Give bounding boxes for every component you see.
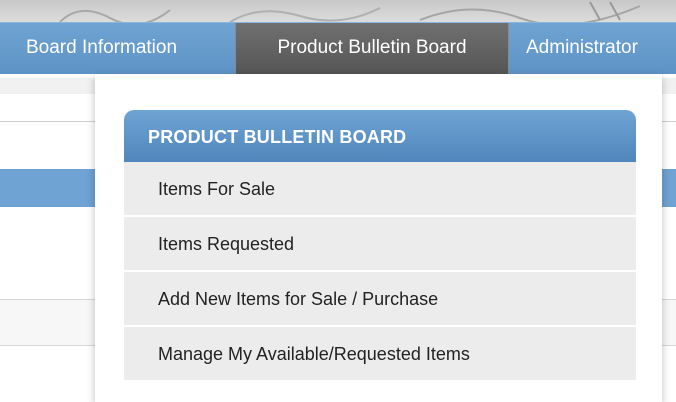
main-navigation: Board Information Product Bulletin Board… bbox=[0, 22, 676, 75]
menu-item-items-requested[interactable]: Items Requested bbox=[124, 217, 636, 272]
menu-item-manage-my-items[interactable]: Manage My Available/Requested Items bbox=[124, 327, 636, 380]
dropdown-header: PRODUCT BULLETIN BOARD bbox=[124, 110, 636, 162]
tab-product-bulletin-board[interactable]: Product Bulletin Board bbox=[235, 23, 509, 75]
menu-item-add-new-items[interactable]: Add New Items for Sale / Purchase bbox=[124, 272, 636, 327]
dropdown-menu: PRODUCT BULLETIN BOARD Items For Sale It… bbox=[124, 110, 636, 380]
header-banner-image bbox=[0, 0, 676, 22]
tab-board-information[interactable]: Board Information bbox=[26, 23, 177, 75]
product-bulletin-board-dropdown: PRODUCT BULLETIN BOARD Items For Sale It… bbox=[95, 74, 662, 402]
menu-item-items-for-sale[interactable]: Items For Sale bbox=[124, 162, 636, 217]
page: Board Information Product Bulletin Board… bbox=[0, 0, 676, 402]
tab-administrator[interactable]: Administrator bbox=[526, 23, 638, 75]
